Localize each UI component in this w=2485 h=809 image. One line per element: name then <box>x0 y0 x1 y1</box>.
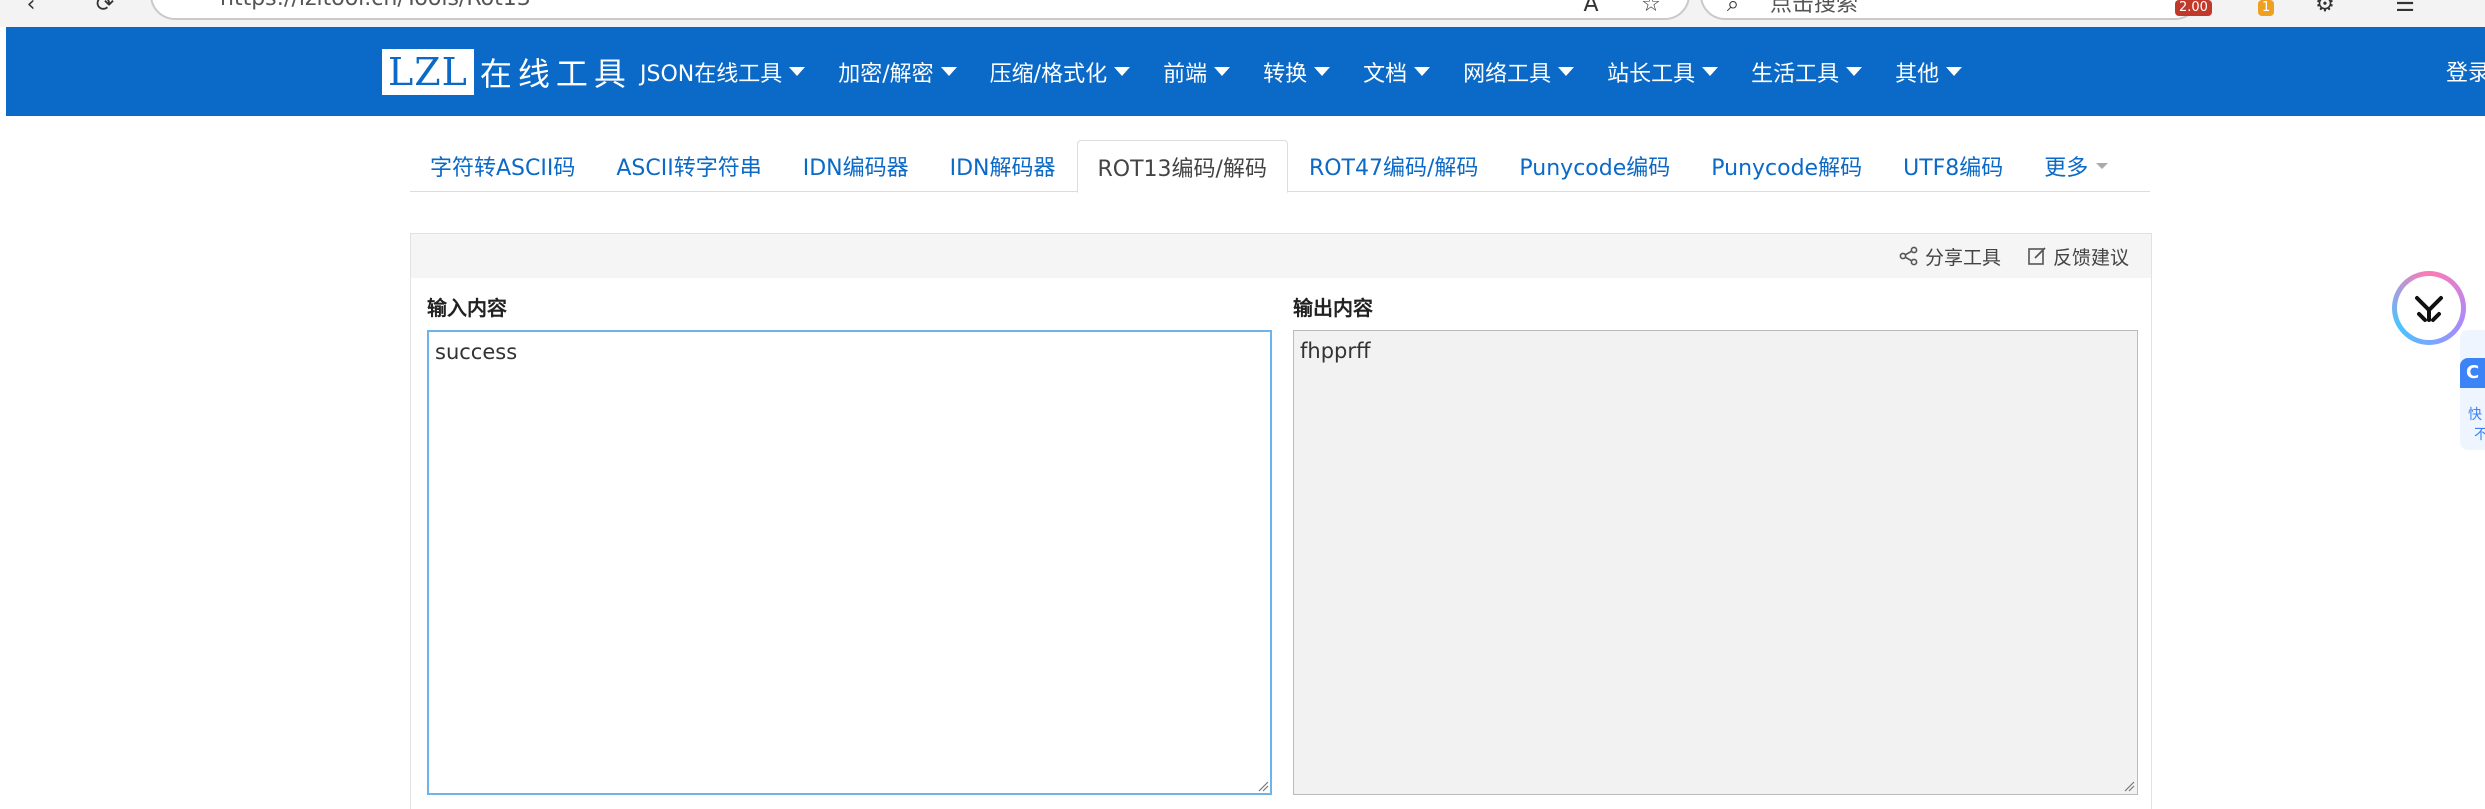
feedback-button[interactable]: 反馈建议 <box>2027 243 2129 270</box>
settings-icon[interactable]: ⚙ <box>2312 0 2338 18</box>
side-card-text-2: 不 <box>2474 427 2485 443</box>
tab-more[interactable]: 更多 <box>2024 140 2128 192</box>
caret-down-icon <box>1846 67 1863 76</box>
logo-text: 在线工具 <box>479 55 632 93</box>
output-label: 输出内容 <box>1293 296 1373 320</box>
caret-down-icon <box>1946 67 1963 76</box>
read-aloud-icon[interactable]: A <box>1578 0 1604 18</box>
input-label: 输入内容 <box>427 296 507 320</box>
search-icon: ⌕ <box>1726 0 1740 17</box>
panel-header: 分享工具 反馈建议 <box>411 234 2151 278</box>
nav-item-compress[interactable]: 压缩/格式化 <box>990 56 1131 88</box>
logo-box: LZL <box>382 49 474 95</box>
tool-panel: 分享工具 反馈建议 输入内容 success 输出内容 fhpprff <box>410 233 2152 809</box>
output-column: 输出内容 fhpprff <box>1293 292 2138 795</box>
tool-tabs: 字符转ASCII码 ASCII转字符串 IDN编码器 IDN解码器 ROT13编… <box>410 140 2150 193</box>
caret-down-icon <box>1214 67 1231 76</box>
assistant-logo-icon <box>2415 296 2443 322</box>
nav-item-convert[interactable]: 转换 <box>1263 56 1331 88</box>
tab-utf8-encode[interactable]: UTF8编码 <box>1883 140 2023 192</box>
tab-ascii-to-string[interactable]: ASCII转字符串 <box>596 140 781 192</box>
nav-item-network[interactable]: 网络工具 <box>1463 56 1575 88</box>
extension-badge-red[interactable]: 2.00 <box>2175 0 2212 16</box>
caret-down-icon <box>1558 67 1575 76</box>
tab-idn-decoder[interactable]: IDN解码器 <box>930 140 1076 192</box>
reload-icon[interactable]: ⟳ <box>92 0 118 18</box>
caret-down-icon <box>1702 67 1719 76</box>
site-navbar: LZL 在线工具 JSON在线工具 加密/解密 压缩/格式化 前端 转换 文档 … <box>6 27 2485 116</box>
back-icon[interactable]: ‹ <box>18 0 44 18</box>
caret-down-icon <box>1314 67 1331 76</box>
nav-item-json[interactable]: JSON在线工具 <box>640 56 806 88</box>
browser-chrome: ‹ ⟳ https://lzltool.cn/Tools/Rot13 A ☆ ⌕… <box>0 0 2485 27</box>
share-icon <box>1899 246 1918 266</box>
resize-grip-icon[interactable] <box>1257 780 1269 792</box>
caret-down-icon <box>2096 163 2109 169</box>
caret-down-icon <box>789 67 806 76</box>
side-card-header: C <box>2460 358 2485 388</box>
input-column: 输入内容 success <box>427 292 1272 795</box>
resize-grip-icon[interactable] <box>2123 780 2135 792</box>
tab-idn-encoder[interactable]: IDN编码器 <box>783 140 929 192</box>
tab-char-to-ascii[interactable]: 字符转ASCII码 <box>410 140 595 192</box>
nav-item-docs[interactable]: 文档 <box>1363 56 1431 88</box>
tab-rot13[interactable]: ROT13编码/解码 <box>1076 140 1288 193</box>
site-logo[interactable]: LZL 在线工具 <box>382 49 632 95</box>
side-card-text-1: 快 <box>2468 407 2482 423</box>
nav-menu: JSON在线工具 加密/解密 压缩/格式化 前端 转换 文档 网络工具 站长工具… <box>640 27 1995 116</box>
caret-down-icon <box>1414 67 1431 76</box>
nav-item-frontend[interactable]: 前端 <box>1163 56 1231 88</box>
input-textarea[interactable]: success <box>427 330 1272 795</box>
assistant-float-icon[interactable] <box>2392 271 2466 345</box>
output-textarea[interactable]: fhpprff <box>1293 330 2138 795</box>
login-link[interactable]: 登录 <box>2446 55 2485 87</box>
favorites-bar-icon[interactable]: ☰ <box>2392 0 2418 18</box>
favorite-icon[interactable]: ☆ <box>1638 0 1664 18</box>
tab-punycode-encode[interactable]: Punycode编码 <box>1499 140 1690 192</box>
tab-punycode-decode[interactable]: Punycode解码 <box>1691 140 1882 192</box>
tab-rot47[interactable]: ROT47编码/解码 <box>1289 140 1498 192</box>
nav-item-webmaster[interactable]: 站长工具 <box>1607 56 1719 88</box>
nav-item-life[interactable]: 生活工具 <box>1751 56 1863 88</box>
browser-search-placeholder: 点击搜索 <box>1770 0 1859 17</box>
share-button[interactable]: 分享工具 <box>1899 243 2001 270</box>
address-text: https://lzltool.cn/Tools/Rot13 <box>220 0 531 11</box>
caret-down-icon <box>1114 67 1131 76</box>
extension-badge-orange[interactable]: 1 <box>2258 0 2275 16</box>
nav-item-encrypt[interactable]: 加密/解密 <box>838 56 957 88</box>
side-promo-card[interactable]: C 快 不 <box>2460 330 2485 450</box>
nav-item-other[interactable]: 其他 <box>1895 56 1963 88</box>
edit-icon <box>2028 247 2046 265</box>
caret-down-icon <box>940 67 957 76</box>
